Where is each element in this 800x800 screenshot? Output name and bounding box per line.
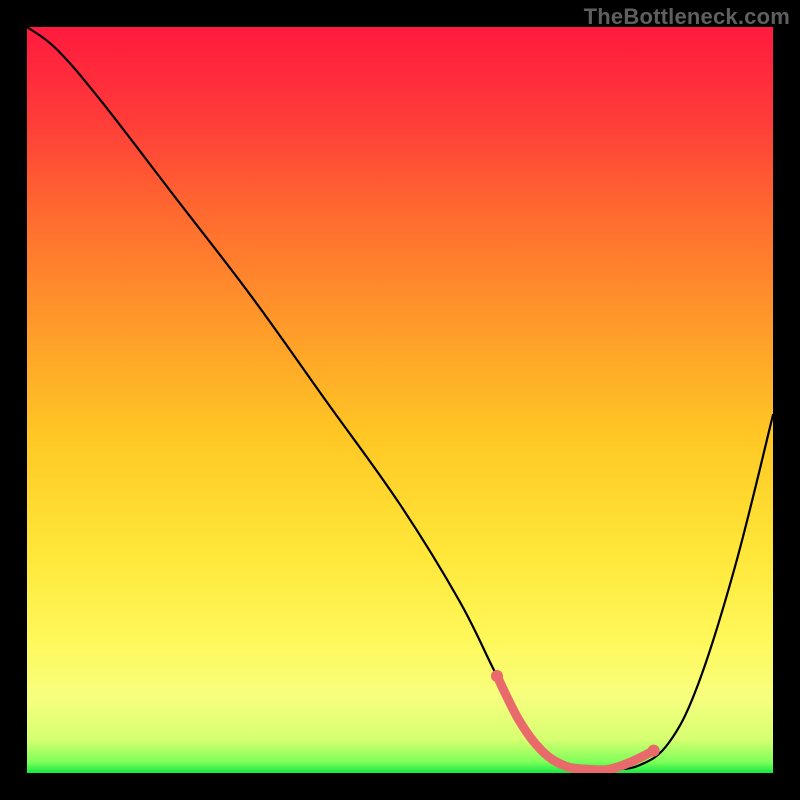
plot-area [27,27,773,773]
sweet-spot-start-dot [491,670,503,682]
sweet-spot-end-dot [648,745,660,757]
plot-svg [27,27,773,773]
watermark-text: TheBottleneck.com [584,4,790,30]
gradient-background [27,27,773,773]
chart-frame: TheBottleneck.com [0,0,800,800]
